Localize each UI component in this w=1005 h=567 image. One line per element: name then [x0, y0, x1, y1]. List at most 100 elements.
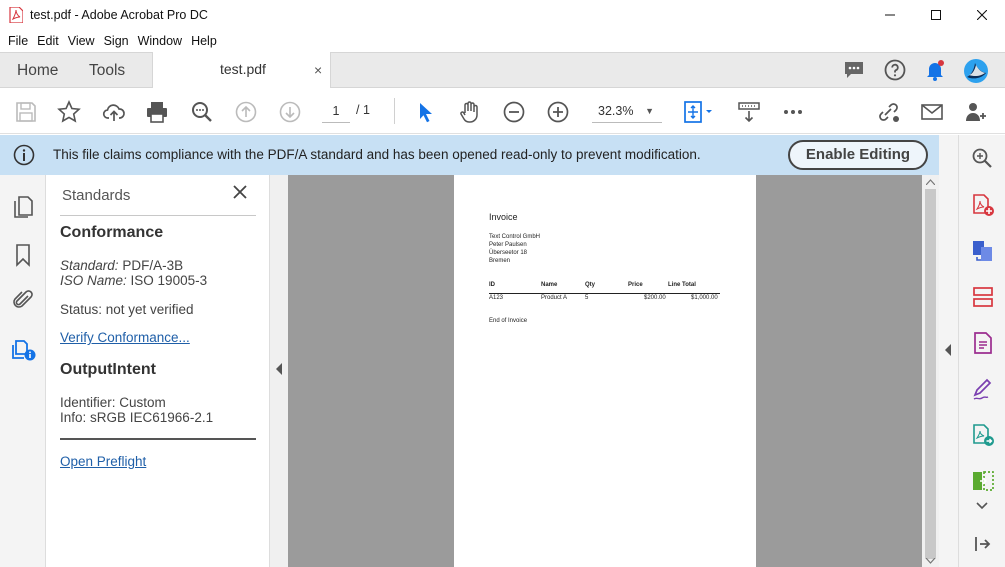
- maximize-icon: [931, 10, 941, 20]
- document-viewer[interactable]: Invoice Text Control GmbH Peter Paulsen …: [288, 175, 922, 567]
- tab-tools[interactable]: Tools: [89, 53, 125, 88]
- minimize-button[interactable]: [867, 0, 913, 30]
- zoom-out-button[interactable]: [501, 99, 527, 125]
- pointer-arrow-icon: [420, 103, 432, 123]
- tab-bar: Home Tools test.pdf ×: [0, 52, 1005, 89]
- expand-right-pane-arrow-icon[interactable]: [944, 344, 952, 356]
- menu-window[interactable]: Window: [138, 34, 182, 48]
- table-cell: $200.00: [644, 295, 666, 301]
- organize-pages-icon[interactable]: [971, 285, 995, 309]
- star-icon: [57, 100, 81, 123]
- page-thumbnails-icon[interactable]: [11, 195, 35, 219]
- scroll-up-arrow-icon[interactable]: [926, 179, 935, 185]
- attachments-paperclip-icon[interactable]: [11, 288, 35, 312]
- maximize-button[interactable]: [913, 0, 959, 30]
- magnifier-search-icon: [192, 102, 212, 122]
- open-preflight-link[interactable]: Open Preflight: [60, 454, 146, 469]
- panel-divider: [60, 215, 256, 216]
- enable-editing-button[interactable]: Enable Editing: [788, 140, 928, 170]
- menu-file[interactable]: File: [8, 34, 28, 48]
- zoom-level-select[interactable]: 32.3% ▼: [592, 99, 662, 123]
- comment-icon[interactable]: [842, 58, 866, 82]
- collapse-panel-arrow-icon[interactable]: [275, 363, 283, 375]
- more-tools-button[interactable]: [780, 99, 806, 125]
- standards-panel-icon[interactable]: [11, 336, 37, 362]
- select-tool-button[interactable]: [413, 99, 439, 125]
- menu-sign[interactable]: Sign: [104, 34, 129, 48]
- scrolling-mode-button[interactable]: [736, 99, 762, 125]
- acrobat-app-icon: [9, 7, 23, 23]
- arrow-down-circle-icon: [279, 101, 301, 123]
- email-button[interactable]: [919, 99, 945, 125]
- address-line: Peter Paulsen: [489, 242, 527, 248]
- compare-files-icon[interactable]: [971, 469, 995, 493]
- panel-divider: [60, 438, 256, 440]
- panel-splitter[interactable]: [270, 175, 288, 567]
- upload-cloud-button[interactable]: [101, 99, 127, 125]
- zoom-level-value: 32.3%: [598, 104, 634, 118]
- pdf-page: Invoice Text Control GmbH Peter Paulsen …: [454, 175, 756, 567]
- window-title: test.pdf - Adobe Acrobat Pro DC: [30, 8, 208, 22]
- share-link-button[interactable]: [876, 99, 902, 125]
- invoice-footer: End of Invoice: [489, 318, 528, 324]
- save-button[interactable]: [13, 99, 39, 125]
- account-avatar-icon[interactable]: [963, 58, 989, 84]
- next-page-button[interactable]: [277, 99, 303, 125]
- address-line: Text Control GmbH: [489, 234, 541, 240]
- standards-panel: Standards Conformance Standard: PDF/A-3B…: [46, 175, 270, 567]
- bookmark-star-button[interactable]: [56, 99, 82, 125]
- fit-page-button[interactable]: [681, 99, 717, 125]
- column-header: Price: [628, 282, 643, 288]
- conformance-heading: Conformance: [60, 224, 164, 241]
- scroll-tools-down-icon[interactable]: [971, 499, 993, 513]
- iso-name-line: ISO Name: ISO 19005-3: [60, 273, 207, 288]
- tab-home[interactable]: Home: [17, 53, 58, 88]
- quick-tools-toolbar: 1 / 1 32.3% ▼: [0, 88, 1005, 134]
- left-navigation-rail: [0, 175, 46, 567]
- hand-tool-button[interactable]: [457, 99, 483, 125]
- scroll-down-arrow-icon[interactable]: [926, 558, 935, 564]
- zoom-search-icon[interactable]: [971, 147, 993, 169]
- vertical-scrollbar[interactable]: [922, 175, 939, 567]
- save-icon: [16, 102, 36, 122]
- add-user-button[interactable]: [963, 99, 989, 125]
- menu-help[interactable]: Help: [191, 34, 217, 48]
- export-pdf-icon[interactable]: [971, 423, 995, 447]
- hand-icon: [460, 101, 478, 123]
- close-tab-button[interactable]: ×: [314, 62, 322, 78]
- add-user-icon: [966, 103, 986, 121]
- invoice-address: Text Control GmbH Peter Paulsen Überseet…: [489, 233, 540, 265]
- create-pdf-icon[interactable]: [971, 193, 995, 217]
- keyboard-scroll-icon: [738, 102, 760, 123]
- collapse-right-pane-icon[interactable]: [971, 533, 993, 555]
- verify-conformance-link[interactable]: Verify Conformance...: [60, 330, 190, 345]
- edit-pdf-icon[interactable]: [971, 331, 995, 355]
- page-number-input[interactable]: 1: [322, 99, 350, 123]
- help-icon[interactable]: [883, 58, 907, 82]
- search-button[interactable]: [189, 99, 215, 125]
- info-icon: [13, 144, 35, 166]
- fill-sign-pen-icon[interactable]: [971, 377, 995, 401]
- bookmarks-icon[interactable]: [11, 243, 35, 267]
- panel-title: Standards: [62, 187, 131, 204]
- print-button[interactable]: [144, 99, 170, 125]
- column-header: Qty: [585, 282, 596, 288]
- menu-edit[interactable]: Edit: [37, 34, 59, 48]
- menu-view[interactable]: View: [68, 34, 95, 48]
- tab-document[interactable]: test.pdf ×: [152, 52, 331, 89]
- table-cell: 5: [585, 295, 589, 301]
- notifications-bell-icon[interactable]: [923, 58, 947, 82]
- previous-page-button[interactable]: [233, 99, 259, 125]
- right-pane-splitter[interactable]: [939, 135, 958, 567]
- table-cell: A123: [489, 295, 504, 301]
- standard-label: Standard:: [60, 258, 119, 273]
- output-intent-heading: OutputIntent: [60, 361, 156, 378]
- standard-line: Standard: PDF/A-3B: [60, 258, 183, 273]
- scrollbar-thumb[interactable]: [925, 189, 936, 559]
- arrow-up-circle-icon: [235, 101, 257, 123]
- output-identifier: Identifier: Custom: [60, 395, 166, 410]
- zoom-in-button[interactable]: [545, 99, 571, 125]
- combine-files-icon[interactable]: [971, 239, 995, 263]
- close-panel-icon[interactable]: [232, 184, 248, 200]
- close-window-button[interactable]: [959, 0, 1005, 30]
